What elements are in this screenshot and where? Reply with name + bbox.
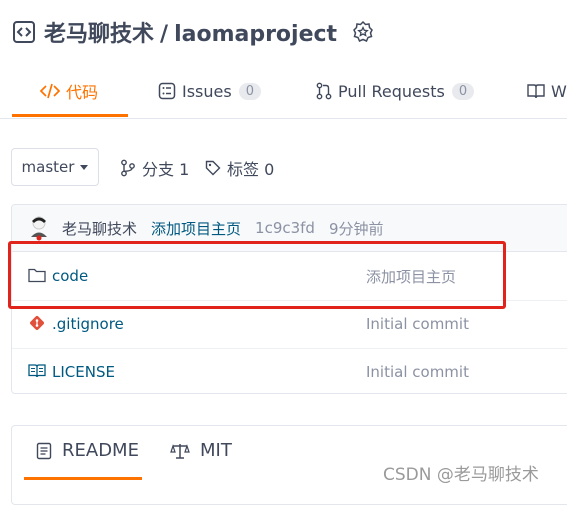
- tab-pull-requests[interactable]: Pull Requests 0: [316, 66, 475, 116]
- file-row-code[interactable]: code 添加项目主页: [12, 252, 567, 301]
- file-row-gitignore[interactable]: .gitignore Initial commit: [12, 300, 567, 349]
- file-name[interactable]: .gitignore: [52, 315, 124, 333]
- file-row-license[interactable]: LICENSE Initial commit: [12, 348, 567, 393]
- active-readme-tab-underline: [24, 477, 142, 480]
- file-table: 老马聊技术 添加项目主页 1c9c3fd 9分钟前 code 添加项目主页 .g…: [11, 204, 567, 394]
- repo-title[interactable]: 老马聊技术 / laomaproject: [44, 16, 337, 48]
- commit-message[interactable]: 添加项目主页: [151, 218, 241, 239]
- tags-link[interactable]: 标签 0: [205, 156, 274, 180]
- tab-issues[interactable]: Issues 0: [158, 66, 261, 116]
- branches-link[interactable]: 分支 1: [120, 156, 189, 180]
- tab-issues-label: Issues: [182, 81, 232, 101]
- file-commit-message[interactable]: 添加项目主页: [366, 266, 456, 287]
- tag-icon: [205, 160, 221, 176]
- tab-readme-label: README: [62, 440, 139, 461]
- repo-separator: /: [160, 22, 169, 47]
- wiki-book-icon: [527, 84, 545, 99]
- tab-wiki[interactable]: W: [527, 66, 567, 116]
- watermark: CSDN @老马聊技术: [383, 465, 539, 485]
- file-name[interactable]: code: [52, 267, 88, 285]
- pull-request-icon: [316, 82, 332, 100]
- file-name[interactable]: LICENSE: [52, 363, 115, 381]
- issues-count-badge: 0: [238, 82, 261, 100]
- tab-readme[interactable]: README: [36, 440, 139, 461]
- readme-doc-icon: [36, 442, 52, 459]
- recommended-badge-icon[interactable]: [351, 20, 375, 44]
- branch-count: 分支 1: [142, 160, 190, 179]
- tab-code-label: 代码: [66, 83, 99, 102]
- code-repo-icon: [13, 21, 35, 43]
- tab-wiki-label: W: [551, 81, 567, 101]
- tab-mit-license-label: MIT: [200, 440, 232, 461]
- issues-icon: [158, 82, 176, 100]
- tab-pull-requests-label: Pull Requests: [338, 81, 445, 101]
- branch-select[interactable]: master: [11, 148, 99, 186]
- code-icon: [40, 83, 60, 99]
- pull-requests-count-badge: 0: [451, 82, 475, 100]
- tag-count: 标签 0: [227, 160, 275, 179]
- avatar[interactable]: [28, 215, 50, 241]
- tab-code[interactable]: 代码: [40, 66, 98, 116]
- repo-header: 老马聊技术 / laomaproject: [12, 14, 375, 50]
- file-commit-message[interactable]: Initial commit: [366, 315, 469, 333]
- commit-time: 9分钟前: [328, 219, 384, 238]
- repo-owner[interactable]: 老马聊技术: [44, 22, 154, 47]
- branch-select-value: master: [21, 158, 75, 176]
- active-tab-underline: [12, 114, 128, 117]
- commit-author[interactable]: 老马聊技术: [62, 218, 137, 239]
- latest-commit-bar: 老马聊技术 添加项目主页 1c9c3fd 9分钟前: [12, 205, 567, 252]
- license-book-icon: [28, 364, 46, 378]
- caret-down-icon: [80, 164, 89, 170]
- scale-balance-icon: [170, 443, 190, 459]
- branch-icon: [121, 159, 135, 177]
- folder-icon: [28, 268, 46, 283]
- file-commit-message[interactable]: Initial commit: [366, 363, 469, 381]
- tab-mit-license[interactable]: MIT: [170, 440, 232, 461]
- repo-tabs: 代码 Issues 0 Pull Requests 0 W: [0, 66, 567, 119]
- git-file-icon: [30, 316, 44, 330]
- commit-hash[interactable]: 1c9c3fd: [255, 219, 315, 237]
- repo-name[interactable]: laomaproject: [174, 22, 337, 47]
